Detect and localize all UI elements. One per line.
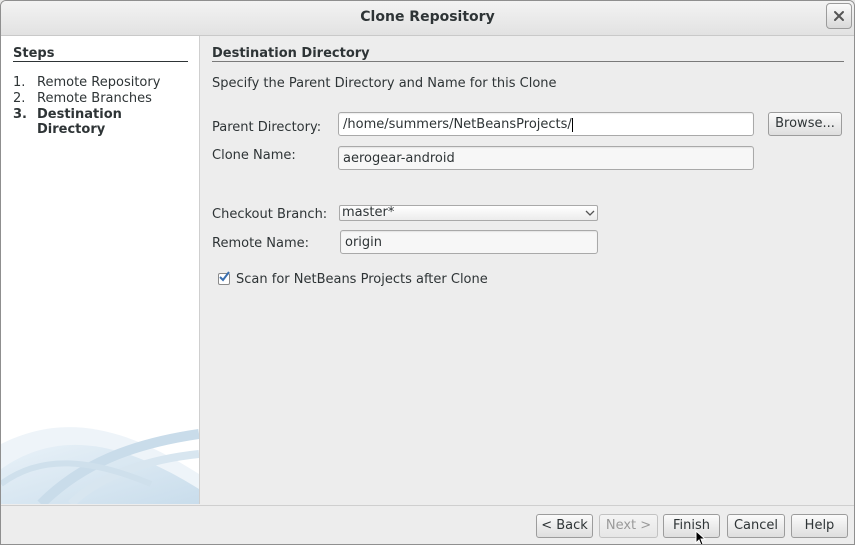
checkout-branch-label: Checkout Branch: [212,207,328,222]
step-number: 1. [13,75,26,90]
checkout-branch-select[interactable]: master* [339,205,598,221]
step-remote-branches: 2. Remote Branches [13,91,152,106]
close-icon [834,11,844,21]
scan-projects-checkbox[interactable] [218,271,230,285]
next-button[interactable]: Next > [599,514,658,538]
step-number: 2. [13,91,26,106]
help-button[interactable]: Help [791,514,848,538]
remote-name-label: Remote Name: [212,236,310,251]
close-button[interactable] [826,3,852,29]
cancel-button[interactable]: Cancel [727,514,785,538]
parent-directory-value: /home/summers/NetBeansProjects/ [343,117,572,132]
section-divider [212,61,844,62]
step-destination-directory: 3. Destination Directory [13,107,147,137]
section-description: Specify the Parent Directory and Name fo… [212,76,557,91]
title-bar[interactable]: Clone Repository [1,1,854,36]
parent-directory-label: Parent Directory: [212,120,322,135]
mouse-pointer-icon [695,530,707,544]
chevron-down-icon [585,210,595,216]
checkmark-icon [219,271,230,282]
step-number: 3. [13,107,27,122]
finish-button[interactable]: Finish [663,514,720,538]
steps-divider [13,61,188,62]
destination-directory-panel: Destination Directory Specify the Parent… [200,36,854,504]
clone-name-label: Clone Name: [212,148,296,163]
step-label: Destination Directory [37,107,122,137]
section-title: Destination Directory [212,46,370,61]
text-caret [571,117,573,132]
step-remote-repository: 1. Remote Repository [13,75,160,90]
browse-button[interactable]: Browse... [768,112,842,136]
dialog-button-bar: < Back Next > Finish Cancel Help [1,505,854,544]
clone-name-input[interactable]: aerogear-android [338,146,754,170]
step-label: Remote Branches [37,91,152,106]
steps-panel: Steps 1. Remote Repository 2. Remote Branc… [1,36,200,504]
checkout-branch-value: master* [342,205,395,220]
steps-title: Steps [13,46,55,61]
clone-repository-dialog: Clone Repository Steps 1. Remote Reposito… [0,0,855,545]
step-label: Remote Repository [37,75,161,90]
window-title: Clone Repository [360,9,495,25]
scan-projects-label[interactable]: Scan for NetBeans Projects after Clone [236,272,488,287]
remote-name-input[interactable]: origin [340,230,598,254]
decorative-swoosh-graphic [1,427,199,504]
parent-directory-input[interactable]: /home/summers/NetBeansProjects/ [338,112,754,136]
back-button[interactable]: < Back [536,514,593,538]
